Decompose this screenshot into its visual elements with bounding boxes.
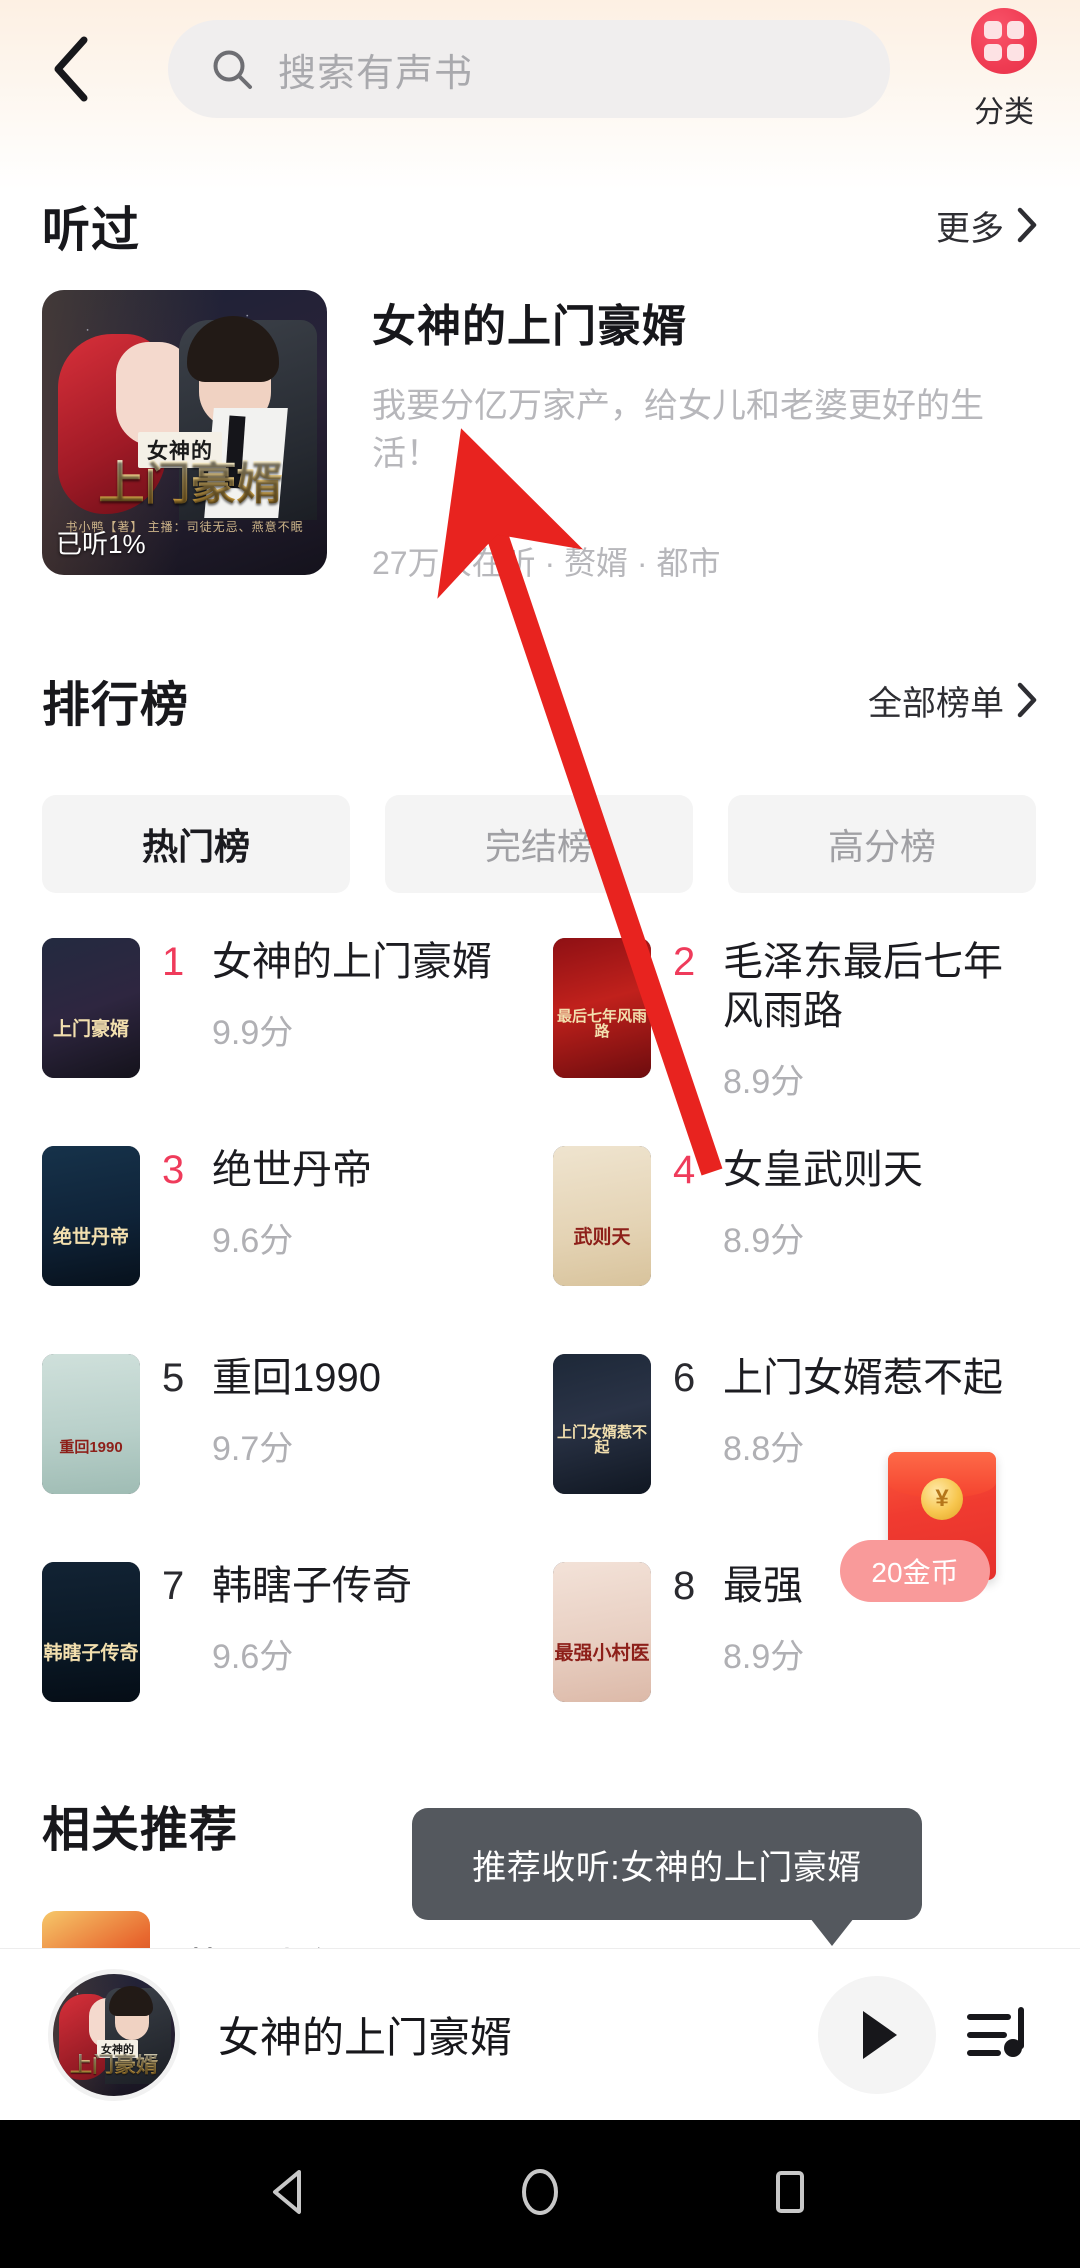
triangle-back-icon[interactable] [263, 2165, 317, 2224]
rank-cover-text: 绝世丹帝 [52, 1226, 129, 1248]
rank-book-title: 重回1990 [212, 1356, 381, 1400]
coin-symbol: ¥ [921, 1478, 963, 1520]
rank-list-item[interactable]: 最后七年风雨路 2 毛泽东最后七年风雨路 8.9分 [553, 930, 1042, 1138]
rank-cover-text: 最后七年风雨路 [556, 1007, 647, 1040]
rank-book-score: 8.9分 [723, 1221, 805, 1260]
rank-cover-text: 重回1990 [59, 1438, 123, 1456]
cover-title-main: 上门豪婿 [62, 460, 319, 506]
rank-cover-text: 上门女婿惹不起 [556, 1423, 647, 1456]
rank-number: 4 [673, 1148, 696, 1192]
rank-book-cover: 上门豪婿 [42, 938, 140, 1078]
rank-book-title: 最强 [723, 1564, 803, 1608]
listened-section-title: 听过 [42, 204, 141, 257]
chevron-right-icon [1016, 682, 1038, 718]
rank-number: 5 [162, 1356, 185, 1400]
circle-home-icon[interactable] [513, 2165, 567, 2224]
play-icon[interactable] [818, 1975, 936, 2094]
all-rankings-button[interactable]: 全部榜单 [868, 676, 1038, 725]
rank-number: 1 [162, 940, 185, 984]
rank-number: 2 [673, 940, 696, 984]
rank-list-item[interactable]: 绝世丹帝 3 绝世丹帝 9.6分 [42, 1138, 531, 1346]
android-navigation-bar [0, 2120, 1080, 2268]
rank-cover-text: 上门豪婿 [52, 1018, 129, 1040]
listened-book-title: 女神的上门豪婿 [372, 302, 687, 351]
rank-list: 上门豪婿 1 女神的上门豪婿 9.9分 最后七年风雨路 2 毛泽东最后七年风雨路 8.9分 绝世… [42, 930, 1042, 1762]
rank-section-header: 排行榜 全部榜单 [0, 665, 1080, 735]
rank-book-cover: 重回1990 [42, 1354, 140, 1494]
listened-section-header: 听过 更多 [0, 190, 1080, 260]
chevron-right-icon [1016, 207, 1038, 243]
rank-list-item[interactable]: 武则天 4 女皇武则天 8.9分 [553, 1138, 1042, 1346]
coin-reward-badge[interactable]: 20金币 [840, 1540, 990, 1602]
category-label: 分类 [974, 96, 1034, 129]
rank-book-score: 9.9分 [212, 1013, 294, 1052]
listened-more-label: 更多 [936, 209, 1004, 248]
rank-book-cover: 韩瞎子传奇 [42, 1562, 140, 1702]
search-placeholder: 搜索有声书 [278, 52, 474, 95]
listened-book-stats: 27万人在听 · 赘婿 · 都市 [372, 545, 721, 581]
app-screen: 搜索有声书 分类 听过 更多 女神的 上门豪婿 书小鸭【著】 主播：司徒无忌、燕… [0, 0, 1080, 2268]
listened-book-meta: 女神的上门豪婿 我要分亿万家产，给女儿和老婆更好的生活！ [372, 290, 1038, 479]
search-input[interactable]: 搜索有声书 [168, 20, 890, 118]
rank-book-score: 8.9分 [723, 1637, 805, 1676]
rank-cover-text: 武则天 [573, 1226, 631, 1248]
listened-book-cover: 女神的 上门豪婿 书小鸭【著】 主播：司徒无忌、燕意不眠 已听1% [42, 290, 327, 575]
rank-tab-2[interactable]: 完结榜 [385, 795, 693, 893]
rank-tab-label: 热门榜 [141, 826, 250, 867]
rank-list-item[interactable]: 上门豪婿 1 女神的上门豪婿 9.9分 [42, 930, 531, 1138]
rank-book-score: 9.6分 [212, 1637, 294, 1676]
listened-more-button[interactable]: 更多 [936, 201, 1038, 250]
listen-progress-label: 已听1% [56, 529, 146, 559]
rank-book-cover: 上门女婿惹不起 [553, 1354, 651, 1494]
rank-book-title: 上门女婿惹不起 [723, 1356, 1003, 1400]
square-recents-icon[interactable] [763, 2165, 817, 2224]
rank-book-cover: 武则天 [553, 1146, 651, 1286]
rank-book-title: 女皇武则天 [723, 1148, 923, 1192]
rank-book-title: 绝世丹帝 [212, 1148, 372, 1192]
rank-book-title: 韩瞎子传奇 [212, 1564, 412, 1608]
recommend-section-title: 相关推荐 [42, 1804, 239, 1857]
rank-number: 6 [673, 1356, 696, 1400]
chevron-left-icon [50, 36, 92, 107]
rank-list-item[interactable]: 韩瞎子传奇 7 韩瞎子传奇 9.6分 [42, 1554, 531, 1762]
rank-book-title: 女神的上门豪婿 [212, 940, 492, 984]
rank-cover-text: 最强小村医 [554, 1642, 650, 1664]
recommend-tooltip: 推荐收听:女神的上门豪婿 [412, 1808, 922, 1946]
category-button[interactable]: 分类 [944, 8, 1064, 158]
back-button[interactable] [28, 28, 114, 114]
rank-book-score: 8.9分 [723, 1062, 805, 1101]
listened-book-description: 我要分亿万家产，给女儿和老婆更好的生活！ [372, 387, 984, 474]
rank-tab-3[interactable]: 高分榜 [728, 795, 1036, 893]
rank-tab-bar: 热门榜 完结榜 高分榜 [42, 795, 1036, 893]
rank-book-cover: 最强小村医 [553, 1562, 651, 1702]
rank-book-score: 9.6分 [212, 1221, 294, 1260]
rank-book-title: 毛泽东最后七年风雨路 [723, 940, 1003, 1033]
grid-icon [971, 8, 1037, 74]
rank-tab-1[interactable]: 热门榜 [42, 795, 350, 893]
rank-list-item[interactable]: 重回1990 5 重回1990 9.7分 [42, 1346, 531, 1554]
player-cover-art[interactable]: 女神的 上门豪婿 [48, 1968, 180, 2101]
mini-player-bar: 女神的 上门豪婿 女神的上门豪婿 [0, 1948, 1080, 2120]
rank-book-score: 9.7分 [212, 1429, 294, 1468]
rank-number: 7 [162, 1564, 185, 1608]
app-header: 搜索有声书 分类 [0, 0, 1080, 160]
rank-number: 3 [162, 1148, 185, 1192]
listened-book-card[interactable]: 女神的 上门豪婿 书小鸭【著】 主播：司徒无忌、燕意不眠 已听1% 女神的上门豪… [42, 290, 1038, 590]
rank-number: 8 [673, 1564, 696, 1608]
rank-tab-label: 完结榜 [484, 826, 593, 867]
search-icon [210, 47, 254, 91]
rank-section-title: 排行榜 [42, 679, 190, 732]
all-rankings-label: 全部榜单 [868, 684, 1004, 723]
playlist-music-icon[interactable] [936, 2004, 1058, 2066]
player-track-title: 女神的上门豪婿 [218, 2014, 513, 2061]
rank-book-cover: 最后七年风雨路 [553, 938, 651, 1078]
rank-book-cover: 绝世丹帝 [42, 1146, 140, 1286]
rank-tab-label: 高分榜 [827, 826, 936, 867]
rank-cover-text: 韩瞎子传奇 [43, 1642, 139, 1664]
